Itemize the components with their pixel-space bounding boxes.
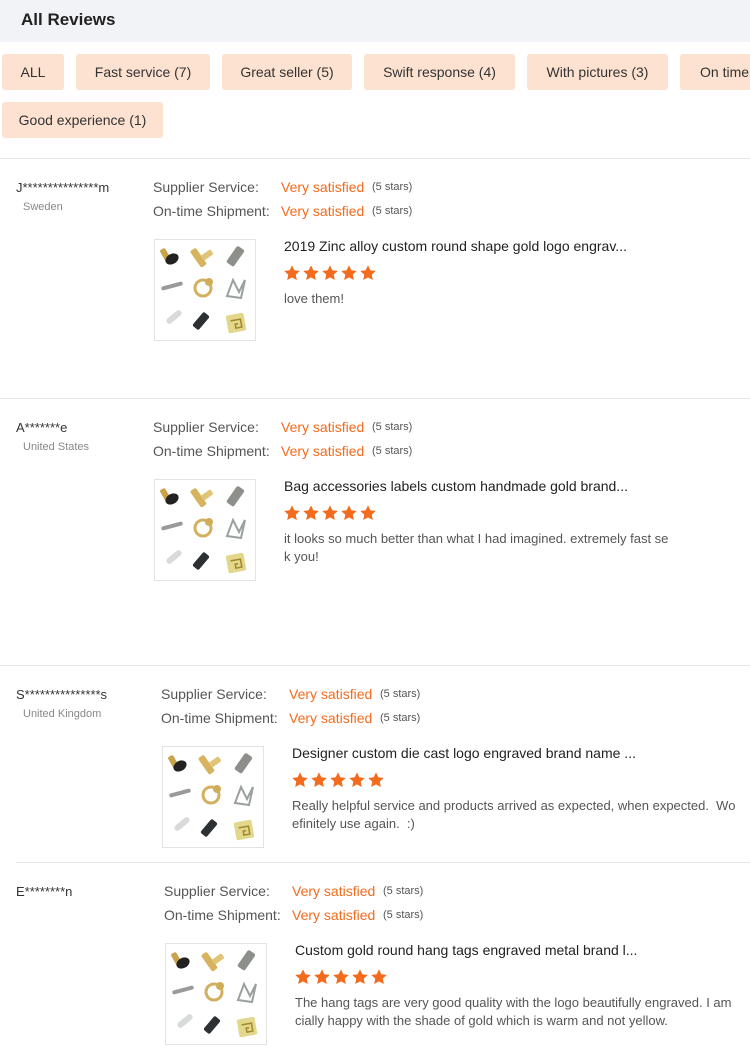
shipment-stars: (5 stars): [372, 445, 413, 457]
product-thumbnail[interactable]: [162, 746, 264, 848]
supplier-service-stars: (5 stars): [380, 688, 421, 700]
star-icon: [283, 504, 301, 522]
shipment-label: On-time Shipment:: [161, 710, 278, 726]
star-rating: [283, 504, 377, 522]
shipment-stars: (5 stars): [380, 712, 421, 724]
shipment-value: Very satisfied: [281, 443, 365, 459]
supplier-service-label: Supplier Service:: [153, 419, 259, 435]
product-image: [166, 944, 266, 1049]
reviews-header: All Reviews: [0, 0, 750, 42]
review-item: A*******e United States Supplier Service…: [0, 418, 750, 658]
product-link[interactable]: Bag accessories labels custom handmade g…: [284, 478, 628, 494]
filter-chip-label: On time: [700, 64, 750, 80]
review-item: J***************m Sweden Supplier Servic…: [0, 178, 750, 378]
reviewer-name: S***************s: [16, 687, 108, 702]
star-icon: [310, 771, 328, 789]
star-icon: [291, 771, 309, 789]
product-link[interactable]: Custom gold round hang tags engraved met…: [295, 942, 637, 958]
filter-chip-great-seller[interactable]: Great seller (5): [222, 54, 352, 90]
supplier-service-value: Very satisfied: [281, 419, 365, 435]
supplier-service-value: Very satisfied: [281, 179, 365, 195]
divider: [0, 665, 750, 666]
star-icon: [329, 771, 347, 789]
star-icon: [370, 968, 388, 986]
star-icon: [348, 771, 366, 789]
product-thumbnail[interactable]: [154, 239, 256, 341]
filter-chip-label: Fast service (7): [94, 64, 192, 80]
star-icon: [294, 968, 312, 986]
supplier-service-stars: (5 stars): [372, 181, 413, 193]
star-icon: [367, 771, 385, 789]
shipment-label: On-time Shipment:: [164, 907, 281, 923]
reviewer-name: J***************m: [16, 180, 110, 195]
page-title: All Reviews: [21, 10, 116, 29]
product-link[interactable]: Designer custom die cast logo engraved b…: [292, 745, 636, 761]
star-icon: [340, 504, 358, 522]
shipment-label: On-time Shipment:: [153, 203, 270, 219]
product-link[interactable]: 2019 Zinc alloy custom round shape gold …: [284, 238, 627, 254]
review-item: E********n Supplier Service: Very satisf…: [0, 882, 750, 1050]
star-rating: [291, 771, 385, 789]
supplier-service-value: Very satisfied: [289, 686, 373, 702]
filter-chip-fast-service[interactable]: Fast service (7): [76, 54, 210, 90]
star-icon: [302, 504, 320, 522]
star-icon: [359, 264, 377, 282]
product-image: [155, 240, 255, 345]
reviewer-name: E********n: [16, 884, 73, 899]
product-thumbnail[interactable]: [154, 479, 256, 581]
filter-chip-label: With pictures (3): [546, 64, 649, 80]
filter-chip-good-experience[interactable]: Good experience (1): [2, 102, 163, 138]
divider: [16, 862, 750, 863]
shipment-label: On-time Shipment:: [153, 443, 270, 459]
filter-chip-label: ALL: [20, 64, 46, 80]
star-icon: [321, 264, 339, 282]
divider: [0, 398, 750, 399]
star-icon: [351, 968, 369, 986]
star-icon: [321, 504, 339, 522]
review-comment: Really helpful service and products arri…: [292, 798, 736, 831]
filter-chip-label: Great seller (5): [240, 64, 334, 80]
shipment-stars: (5 stars): [372, 205, 413, 217]
star-rating: [294, 968, 388, 986]
star-icon: [359, 504, 377, 522]
star-icon: [283, 264, 301, 282]
product-thumbnail[interactable]: [165, 943, 267, 1045]
shipment-value: Very satisfied: [289, 710, 373, 726]
filter-chip-label: Good experience (1): [18, 112, 147, 128]
shipment-stars: (5 stars): [383, 909, 424, 921]
supplier-service-value: Very satisfied: [292, 883, 376, 899]
filter-chip-on-time[interactable]: On time: [680, 54, 750, 90]
review-comment: it looks so much better than what I had …: [284, 531, 669, 564]
product-image: [163, 747, 263, 852]
star-icon: [313, 968, 331, 986]
supplier-service-label: Supplier Service:: [164, 883, 270, 899]
reviewer-country: United States: [23, 441, 90, 453]
filter-chip-swift-response[interactable]: Swift response (4): [364, 54, 515, 90]
shipment-value: Very satisfied: [292, 907, 376, 923]
filter-chip-with-pictures[interactable]: With pictures (3): [527, 54, 668, 90]
supplier-service-label: Supplier Service:: [161, 686, 267, 702]
star-icon: [332, 968, 350, 986]
filter-chip-label: Swift response (4): [383, 64, 496, 80]
shipment-value: Very satisfied: [281, 203, 365, 219]
review-item: S***************s United Kingdom Supplie…: [0, 685, 750, 855]
supplier-service-stars: (5 stars): [372, 421, 413, 433]
supplier-service-label: Supplier Service:: [153, 179, 259, 195]
supplier-service-stars: (5 stars): [383, 885, 424, 897]
divider: [0, 158, 750, 159]
review-comment: The hang tags are very good quality with…: [295, 995, 732, 1028]
product-image: [155, 480, 255, 585]
star-icon: [340, 264, 358, 282]
filter-chip-all[interactable]: ALL: [2, 54, 64, 90]
review-comment: love them!: [284, 291, 344, 306]
star-rating: [283, 264, 377, 282]
reviewer-country: United Kingdom: [23, 708, 102, 720]
star-icon: [302, 264, 320, 282]
reviewer-country: Sweden: [23, 201, 63, 213]
reviewer-name: A*******e: [16, 420, 68, 435]
